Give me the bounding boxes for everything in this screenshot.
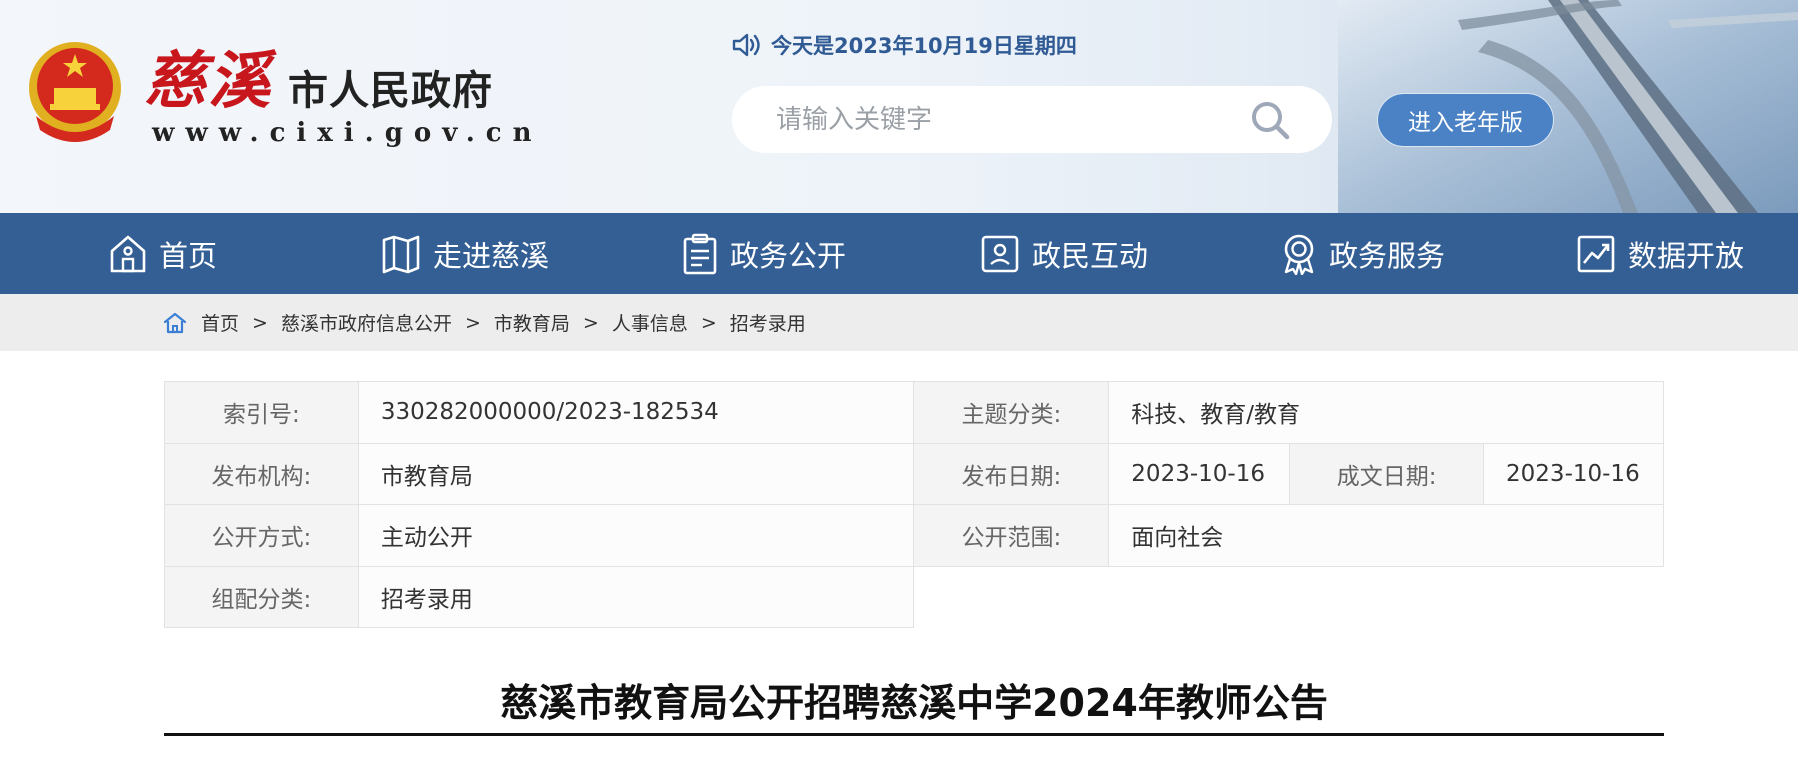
speaker-icon [732,33,760,57]
elder-mode-button[interactable]: 进入老年版 [1377,93,1554,147]
breadcrumb-link-home[interactable]: 首页 [201,309,239,336]
breadcrumb-separator: > [252,311,268,334]
logo-government-text: 市人民政府 [288,68,493,114]
meta-label: 公开方式: [164,504,359,567]
table-row: 公开方式: 主动公开 公开范围: 面向社会 [164,504,1664,567]
current-date-text: 今天是2023年10月19日星期四 [771,34,1077,58]
meta-label: 公开范围: [913,504,1110,567]
meta-empty-cell [914,566,1664,628]
nav-item-label: 政务公开 [730,238,847,273]
breadcrumb-separator: > [700,311,717,334]
date-line: 今天是2023年10月19日星期四 [731,30,1077,60]
meta-value-org: 市教育局 [357,442,915,505]
breadcrumb-bar: 首页 > 慈溪市政府信息公开 > 市教育局 > 人事信息 > 招考录用 [0,294,1798,351]
nav-item-home[interactable]: 首页 [109,213,217,294]
breadcrumb-link-personnel-info[interactable]: 人事信息 [612,309,688,336]
nav-item-label: 政务服务 [1329,238,1446,273]
nav-item-about-cixi[interactable]: 走进慈溪 [381,213,549,294]
meta-value-topic: 科技、教育/教育 [1108,381,1664,444]
meta-value-mode: 主动公开 [357,504,915,567]
table-row: 组配分类: 招考录用 [164,565,1664,628]
user-card-icon [981,235,1019,272]
breadcrumb: 首页 > 慈溪市政府信息公开 > 市教育局 > 人事信息 > 招考录用 [163,294,806,351]
nav-item-label: 政民互动 [1032,238,1149,273]
table-row: 发布机构: 市教育局 发布日期: 2023-10-16 成文日期: 2023-1… [164,442,1664,505]
nav-item-gov-affairs-open[interactable]: 政务公开 [682,213,846,294]
national-emblem-icon [29,42,121,142]
meta-label: 发布机构: [164,442,359,505]
meta-value-index: 330282000000/2023-182534 [357,381,915,444]
meta-value-category: 招考录用 [357,565,915,628]
meta-label: 索引号: [164,381,359,444]
breadcrumb-separator: > [464,311,481,334]
chart-icon [1577,235,1615,272]
meta-value-created: 2023-10-16 [1483,442,1664,505]
badge-icon [1284,234,1314,275]
meta-value-scope: 面向社会 [1108,504,1664,567]
table-row: 索引号: 330282000000/2023-182534 主题分类: 科技、教… [164,381,1664,444]
title-divider [164,733,1664,736]
meta-label: 组配分类: [164,565,359,628]
logo-cixi-text: 慈溪 [144,44,273,117]
nav-item-gov-services[interactable]: 政务服务 [1281,213,1445,294]
meta-label: 发布日期: [913,442,1110,505]
meta-label: 主题分类: [913,381,1110,444]
nav-item-label: 走进慈溪 [433,238,550,273]
main-nav: 首页 走进慈溪 政务公开 政民互动 政务服务 数据开放 [0,213,1798,294]
search-icon[interactable] [1250,100,1290,140]
breadcrumb-link-info-disclosure[interactable]: 慈溪市政府信息公开 [281,309,452,336]
map-icon [382,235,420,273]
search-box [732,86,1332,153]
document-title: 慈溪市教育局公开招聘慈溪中学2024年教师公告 [500,681,1328,725]
nav-item-interaction[interactable]: 政民互动 [980,213,1148,294]
logo-url-text: www.cixi.gov.cn [152,118,543,148]
breadcrumb-link-recruitment[interactable]: 招考录用 [730,309,806,336]
home-icon[interactable] [163,311,187,335]
search-input[interactable] [776,104,1236,135]
home-icon [110,235,146,272]
breadcrumb-link-education-bureau[interactable]: 市教育局 [494,309,570,336]
meta-value-pubdate: 2023-10-16 [1108,442,1291,505]
nav-item-open-data[interactable]: 数据开放 [1576,213,1744,294]
nav-item-label: 数据开放 [1628,238,1745,273]
site-header: 慈溪 市人民政府 www.cixi.gov.cn 今天是2023年10月19日星… [0,0,1798,213]
meta-label: 成文日期: [1289,442,1485,505]
breadcrumb-separator: > [582,311,599,334]
document-meta-table: 索引号: 330282000000/2023-182534 主题分类: 科技、教… [164,381,1664,628]
clipboard-icon [683,233,717,274]
nav-item-label: 首页 [159,238,218,273]
